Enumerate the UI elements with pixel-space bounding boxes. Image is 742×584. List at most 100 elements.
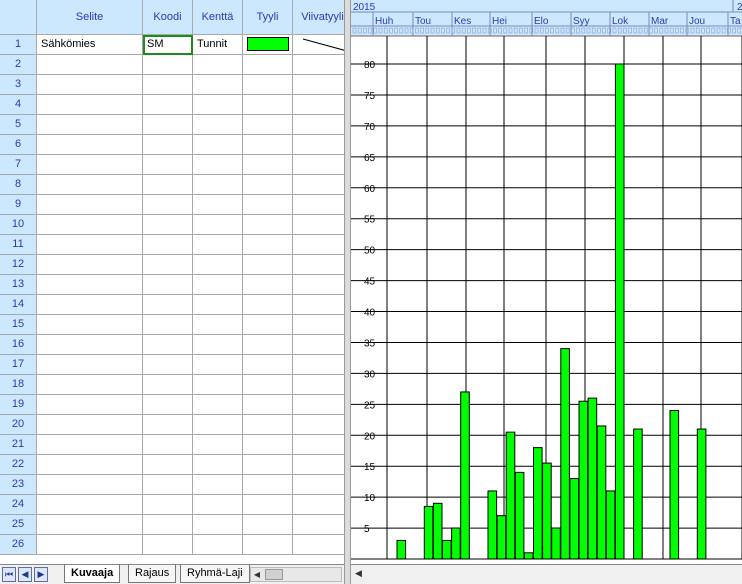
grid-cell[interactable]	[193, 375, 243, 395]
grid-cell[interactable]	[293, 435, 344, 455]
grid-cell[interactable]	[37, 195, 143, 215]
grid-cell[interactable]	[193, 75, 243, 95]
style-color-swatch[interactable]	[247, 37, 289, 51]
grid-cell[interactable]	[193, 515, 243, 535]
tab-kuvaaja[interactable]: Kuvaaja	[64, 565, 121, 583]
grid-cell[interactable]	[143, 435, 193, 455]
grid-cell[interactable]	[143, 375, 193, 395]
grid-cell[interactable]	[293, 355, 344, 375]
grid-cell[interactable]	[37, 175, 143, 195]
grid-cell[interactable]	[243, 415, 293, 435]
row-header[interactable]: 12	[0, 255, 37, 275]
row-header[interactable]: 19	[0, 395, 37, 415]
grid-cell[interactable]	[293, 475, 344, 495]
grid-cell[interactable]	[243, 335, 293, 355]
grid-cell[interactable]	[293, 455, 344, 475]
grid-cell[interactable]	[37, 155, 143, 175]
grid-cell[interactable]	[243, 315, 293, 335]
grid-cell[interactable]	[193, 155, 243, 175]
row-header[interactable]: 3	[0, 75, 37, 95]
row-header[interactable]: 13	[0, 275, 37, 295]
grid-cell[interactable]	[143, 395, 193, 415]
grid-cell[interactable]	[143, 315, 193, 335]
horizontal-scrollbar[interactable]: ◀	[250, 567, 342, 582]
grid-cell[interactable]	[293, 215, 344, 235]
grid-cell[interactable]	[243, 395, 293, 415]
grid-cell[interactable]	[193, 435, 243, 455]
row-header[interactable]: 20	[0, 415, 37, 435]
grid-cell[interactable]	[37, 315, 143, 335]
grid-cell[interactable]	[243, 435, 293, 455]
grid-cell[interactable]	[37, 115, 143, 135]
grid-cell[interactable]	[293, 175, 344, 195]
tab-ryhma-laji[interactable]: Ryhmä-Laji	[180, 565, 250, 583]
grid-cell[interactable]	[37, 75, 143, 95]
row-header[interactable]: 2	[0, 55, 37, 75]
scroll-left-icon[interactable]: ◀	[355, 568, 362, 579]
grid-cell[interactable]	[293, 315, 344, 335]
grid-cell[interactable]	[37, 335, 143, 355]
grid-cell[interactable]	[293, 95, 344, 115]
scroll-thumb[interactable]	[265, 569, 283, 580]
row-header[interactable]: 22	[0, 455, 37, 475]
row-header[interactable]: 6	[0, 135, 37, 155]
grid-cell[interactable]	[143, 75, 193, 95]
grid-cell[interactable]	[243, 215, 293, 235]
panel-splitter[interactable]	[344, 0, 351, 584]
row-header[interactable]: 26	[0, 535, 37, 555]
grid-cell[interactable]	[193, 275, 243, 295]
grid-cell[interactable]	[37, 235, 143, 255]
grid-cell[interactable]	[193, 55, 243, 75]
grid-cell[interactable]	[243, 275, 293, 295]
row-header[interactable]: 8	[0, 175, 37, 195]
row-header[interactable]: 25	[0, 515, 37, 535]
grid-cell[interactable]	[37, 355, 143, 375]
grid-cell[interactable]	[143, 275, 193, 295]
grid-cell[interactable]	[293, 255, 344, 275]
grid-cell[interactable]	[37, 535, 143, 555]
grid-cell[interactable]	[293, 155, 344, 175]
grid-cell[interactable]	[193, 315, 243, 335]
grid-cell[interactable]	[37, 455, 143, 475]
grid-cell[interactable]	[243, 455, 293, 475]
grid-cell[interactable]	[143, 495, 193, 515]
grid-corner[interactable]	[0, 0, 37, 35]
row-header[interactable]: 1	[0, 35, 37, 55]
grid-cell[interactable]	[293, 195, 344, 215]
row-header[interactable]: 18	[0, 375, 37, 395]
grid-cell[interactable]	[293, 115, 344, 135]
grid-cell[interactable]	[243, 515, 293, 535]
grid-cell[interactable]	[193, 455, 243, 475]
grid-cell[interactable]	[193, 395, 243, 415]
grid-cell[interactable]	[143, 355, 193, 375]
grid-cell[interactable]	[143, 255, 193, 275]
grid-cell[interactable]	[143, 95, 193, 115]
grid-cell[interactable]	[37, 375, 143, 395]
grid-cell[interactable]	[193, 215, 243, 235]
grid-cell[interactable]	[293, 55, 344, 75]
grid-cell[interactable]	[243, 175, 293, 195]
grid-cell[interactable]: Sähkömies	[37, 35, 143, 55]
grid-cell[interactable]	[193, 535, 243, 555]
grid-cell[interactable]	[37, 415, 143, 435]
grid-cell[interactable]	[37, 95, 143, 115]
grid-cell[interactable]	[243, 155, 293, 175]
grid-cell[interactable]	[243, 195, 293, 215]
grid-cell[interactable]	[37, 255, 143, 275]
grid-cell[interactable]	[143, 115, 193, 135]
grid-cell[interactable]	[37, 435, 143, 455]
grid-cell[interactable]	[143, 475, 193, 495]
grid-cell[interactable]	[37, 215, 143, 235]
grid-cell[interactable]	[243, 475, 293, 495]
grid-cell[interactable]	[243, 375, 293, 395]
grid-cell[interactable]	[37, 295, 143, 315]
grid-cell[interactable]	[243, 295, 293, 315]
grid-cell[interactable]	[193, 295, 243, 315]
grid-cell[interactable]	[143, 515, 193, 535]
grid-cell[interactable]	[143, 215, 193, 235]
grid-cell[interactable]	[293, 235, 344, 255]
grid-cell[interactable]	[293, 75, 344, 95]
row-header[interactable]: 23	[0, 475, 37, 495]
grid-cell[interactable]: Tunnit	[193, 35, 243, 55]
tab-rajaus[interactable]: Rajaus	[128, 565, 177, 583]
